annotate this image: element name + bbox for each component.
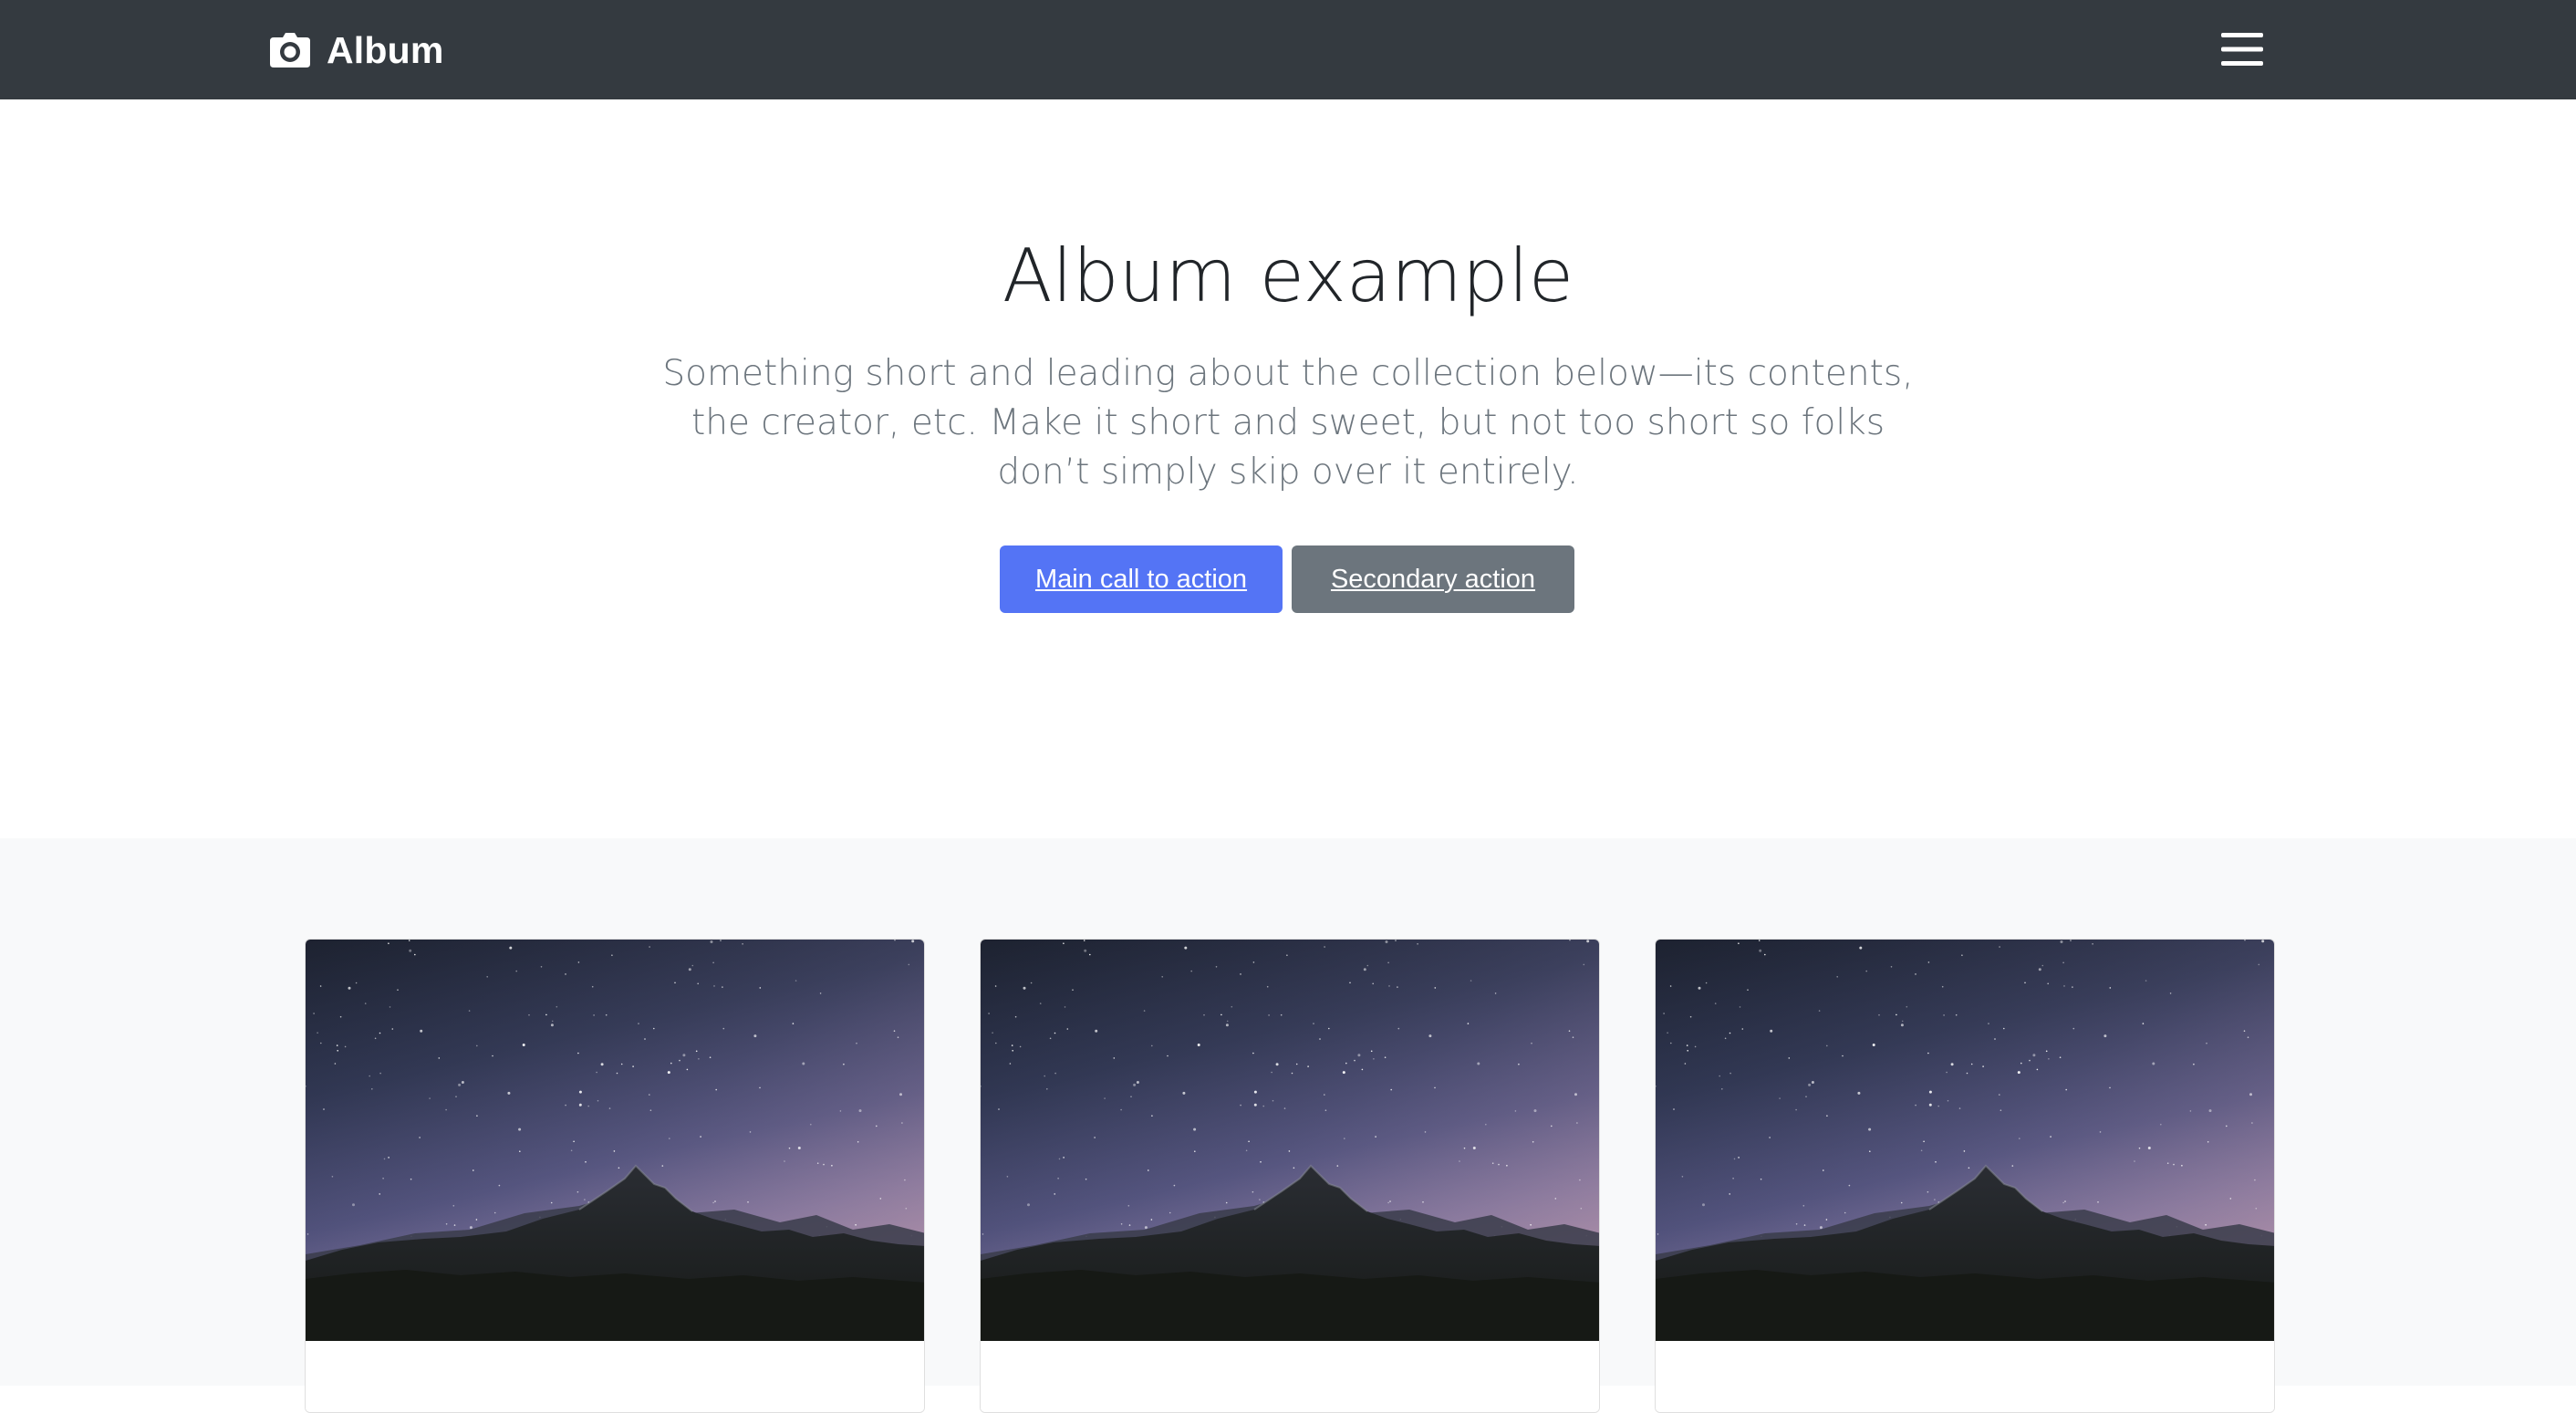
card-body bbox=[981, 1341, 1599, 1412]
hamburger-menu-icon bbox=[2221, 33, 2263, 66]
album-card bbox=[980, 939, 1600, 1413]
secondary-action-button[interactable]: Secondary action bbox=[1292, 545, 1574, 613]
card-image-starry-mountain bbox=[306, 940, 924, 1341]
album-card bbox=[1655, 939, 2275, 1413]
page-title: Album example bbox=[1002, 234, 1574, 318]
card-body bbox=[1656, 1341, 2274, 1412]
hero-section: Album example Something short and leadin… bbox=[0, 99, 2576, 838]
album-section bbox=[0, 838, 2576, 1413]
card-image-starry-mountain bbox=[1656, 940, 2274, 1341]
main-call-to-action-button[interactable]: Main call to action bbox=[1000, 545, 1283, 613]
card-body bbox=[306, 1341, 924, 1412]
navbar-brand[interactable]: Album bbox=[270, 24, 444, 77]
card-image-starry-mountain bbox=[981, 940, 1599, 1341]
navbar-toggler-button[interactable] bbox=[2213, 24, 2271, 75]
camera-icon bbox=[270, 33, 310, 68]
hero-lead-text: Something short and leading about the co… bbox=[662, 353, 1914, 493]
brand-label: Album bbox=[327, 28, 444, 71]
navbar: Album bbox=[0, 0, 2576, 99]
album-card bbox=[305, 939, 925, 1413]
